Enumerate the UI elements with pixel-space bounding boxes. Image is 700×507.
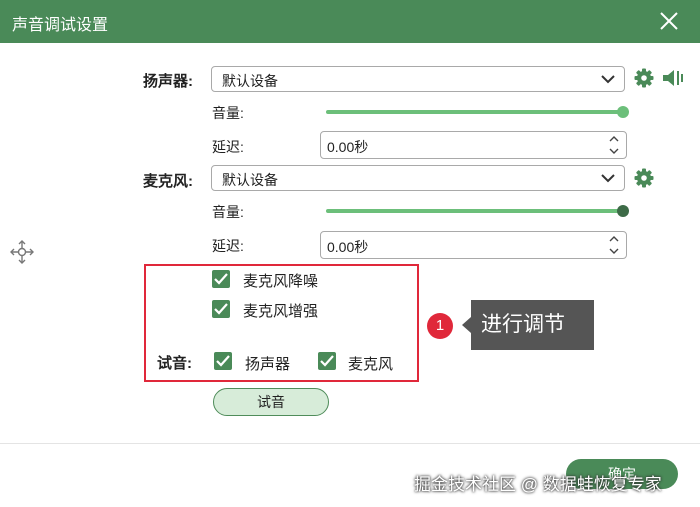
speaker-delay-label: 延迟: bbox=[212, 139, 244, 155]
window-title: 声音调试设置 bbox=[12, 17, 109, 34]
mic-boost-checkbox[interactable] bbox=[212, 300, 230, 318]
annotation-tooltip: 进行调节 bbox=[462, 300, 594, 350]
checkmark-icon bbox=[214, 273, 228, 285]
checkmark-icon bbox=[216, 355, 230, 367]
spin-arrows-icon[interactable] bbox=[608, 233, 620, 257]
watermark-text: 掘金技术社区 @ 数据蛙恢复专家 bbox=[414, 475, 662, 494]
chevron-down-icon bbox=[601, 75, 615, 84]
speaker-device-select[interactable]: 默认设备 bbox=[211, 66, 625, 92]
speaker-volume-icon[interactable] bbox=[661, 67, 685, 89]
mic-delay-spinbox[interactable]: 0.00秒 bbox=[320, 231, 627, 259]
speaker-volume-label: 音量: bbox=[212, 105, 244, 121]
mic-volume-label: 音量: bbox=[212, 204, 244, 220]
mic-volume-slider[interactable] bbox=[326, 205, 629, 217]
test-mic-label: 麦克风 bbox=[348, 356, 394, 373]
test-mic-checkbox[interactable] bbox=[318, 352, 336, 370]
speaker-label: 扬声器: bbox=[143, 73, 193, 90]
mic-delay-value: 0.00秒 bbox=[327, 239, 369, 255]
mic-settings-gear-icon[interactable] bbox=[634, 168, 654, 188]
test-label: 试音: bbox=[157, 355, 192, 372]
test-speaker-checkbox[interactable] bbox=[214, 352, 232, 370]
mic-device-select[interactable]: 默认设备 bbox=[211, 165, 625, 191]
chevron-down-icon bbox=[601, 174, 615, 183]
speaker-delay-spinbox[interactable]: 0.00秒 bbox=[320, 131, 627, 159]
close-icon[interactable] bbox=[656, 8, 682, 34]
mic-boost-label: 麦克风增强 bbox=[243, 303, 319, 320]
speaker-volume-thumb[interactable] bbox=[617, 106, 629, 118]
speaker-delay-value: 0.00秒 bbox=[327, 139, 369, 155]
mic-device-value: 默认设备 bbox=[222, 172, 278, 188]
speaker-volume-slider[interactable] bbox=[326, 106, 629, 118]
test-speaker-label: 扬声器 bbox=[245, 356, 291, 373]
mic-label: 麦克风: bbox=[143, 173, 193, 190]
trial-sound-button[interactable]: 试音 bbox=[213, 388, 329, 416]
spin-arrows-icon[interactable] bbox=[608, 133, 620, 157]
checkmark-icon bbox=[320, 355, 334, 367]
noise-reduction-label: 麦克风降噪 bbox=[243, 273, 319, 290]
noise-reduction-checkbox[interactable] bbox=[212, 270, 230, 288]
footer-divider bbox=[0, 443, 700, 444]
title-bar: 声音调试设置 bbox=[0, 0, 700, 43]
mic-delay-label: 延迟: bbox=[212, 238, 244, 254]
move-handle-icon[interactable] bbox=[9, 239, 35, 265]
checkmark-icon bbox=[214, 303, 228, 315]
step-badge: 1 bbox=[427, 313, 453, 339]
speaker-settings-gear-icon[interactable] bbox=[634, 68, 654, 88]
speaker-device-value: 默认设备 bbox=[222, 73, 278, 89]
mic-volume-thumb[interactable] bbox=[617, 205, 629, 217]
